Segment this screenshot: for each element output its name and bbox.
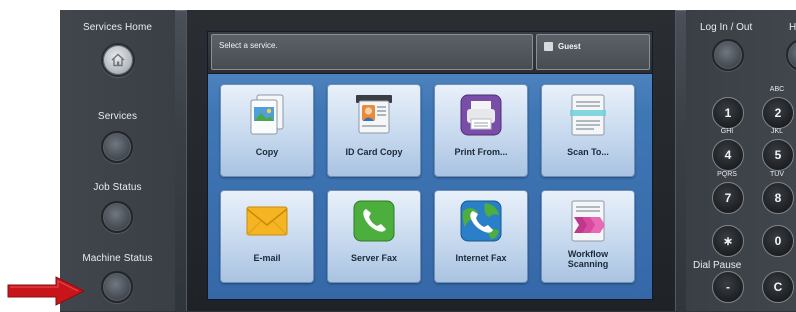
key-0[interactable]: 0 [762, 225, 794, 257]
log-in-out-button[interactable] [712, 39, 744, 71]
machine-status-button[interactable] [101, 271, 133, 303]
partial-label: H [789, 22, 796, 33]
key-2[interactable]: 2 [762, 97, 794, 129]
tile-label: Print From... [454, 147, 508, 157]
key-letters-ghi: GHI [720, 128, 734, 135]
tile-id-card-copy[interactable]: ID Card Copy [327, 84, 421, 177]
tile-label: Copy [255, 147, 279, 157]
home-icon [111, 53, 125, 67]
id-card-icon [356, 95, 392, 134]
job-status-label: Job Status [93, 182, 142, 193]
key-8[interactable]: 8 [762, 182, 794, 214]
tile-label: E-mail [253, 253, 281, 263]
tile-print-from[interactable]: Print From... [434, 84, 528, 177]
services-home-button[interactable] [101, 43, 135, 77]
job-status-button[interactable] [101, 201, 133, 233]
touch-screen: Select a service. Guest Copy ID Card Cop… [207, 31, 653, 300]
tile-copy[interactable]: Copy [220, 84, 314, 177]
scanner-icon [570, 94, 606, 136]
log-in-out-label: Log In / Out [700, 22, 753, 33]
tile-label: Server Fax [350, 253, 398, 263]
machine-status-label: Machine Status [82, 253, 153, 264]
tile-label-line2: Scanning [567, 259, 609, 269]
red-arrow-icon [7, 276, 86, 306]
tile-label: ID Card Copy [345, 147, 403, 157]
user-icon [544, 42, 553, 51]
clear-key[interactable]: C [762, 271, 794, 303]
tile-workflow-scanning[interactable]: Workflow Scanning [541, 190, 635, 283]
user-name: Guest [558, 42, 581, 51]
phone-icon [353, 200, 395, 242]
message-area: Select a service. [211, 34, 533, 70]
services-button[interactable] [101, 131, 133, 163]
services-home-label: Services Home [82, 22, 153, 33]
key-5[interactable]: 5 [762, 139, 794, 171]
key-letters-abc: ABC [769, 86, 785, 93]
key-4[interactable]: 4 [712, 139, 744, 171]
key-7[interactable]: 7 [712, 182, 744, 214]
tile-server-fax[interactable]: Server Fax [327, 190, 421, 283]
user-login-button[interactable]: Guest [536, 34, 650, 70]
dial-pause-label: Dial Pause [693, 260, 742, 271]
copy-icon [250, 94, 284, 135]
tile-label-line1: Workflow [567, 249, 609, 259]
dial-pause-key[interactable]: - [712, 271, 744, 303]
workflow-icon [571, 200, 605, 242]
status-bar: Select a service. Guest [208, 32, 652, 74]
tile-label: Scan To... [567, 147, 609, 157]
message-text: Select a service. [219, 41, 278, 50]
key-letters-tuv: TUV [770, 171, 784, 178]
key-letters-jkl: JKL [770, 128, 784, 135]
printer-icon [460, 94, 502, 136]
key-1[interactable]: 1 [712, 97, 744, 129]
services-label: Services [97, 111, 138, 122]
tile-scan-to[interactable]: Scan To... [541, 84, 635, 177]
tile-internet-fax[interactable]: Internet Fax [434, 190, 528, 283]
key-star[interactable]: ∗ [712, 225, 744, 257]
envelope-icon [246, 206, 288, 236]
tile-label: Internet Fax [455, 253, 507, 263]
globe-phone-icon [460, 200, 502, 242]
key-letters-pqrs: PQRS [717, 171, 737, 178]
tile-email[interactable]: E-mail [220, 190, 314, 283]
